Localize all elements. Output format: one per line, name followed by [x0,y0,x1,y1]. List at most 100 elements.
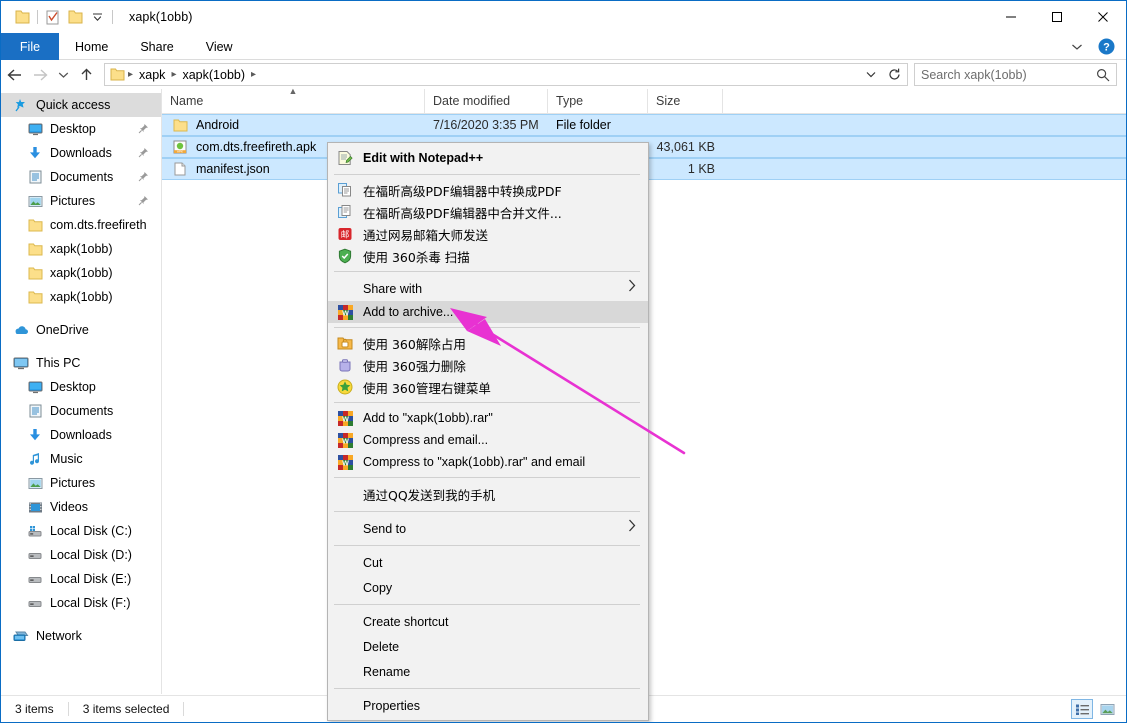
sidebar-item-local-disk-d[interactable]: Local Disk (D:) [1,543,161,567]
expand-ribbon-icon[interactable] [1066,36,1088,58]
breadcrumb-item-xapk[interactable]: xapk [134,68,170,82]
sidebar-item-quick-access[interactable]: Quick access [1,93,161,117]
refresh-icon[interactable] [883,64,905,85]
sidebar-item-com-dts-freefireth[interactable]: com.dts.freefireth [1,213,161,237]
column-header-type[interactable]: Type [548,89,648,114]
folder-icon[interactable] [64,6,86,28]
sidebar-item-pictures[interactable]: Pictures [1,189,161,213]
tab-view[interactable]: View [190,33,249,60]
sidebar-item-pc-documents[interactable]: Documents [1,399,161,423]
menu-separator [334,174,640,175]
menu-item-360-force-delete[interactable]: 使用 360强力删除 [328,354,648,376]
menu-item-label: Copy [360,581,392,595]
sidebar-item-label: com.dts.freefireth [47,218,147,232]
column-header-size[interactable]: Size [648,89,723,114]
sidebar-item-xapk1obb-1[interactable]: xapk(1obb) [1,237,161,261]
recent-locations-button[interactable] [53,62,73,88]
help-icon[interactable]: ? [1096,37,1116,57]
sidebar-item-pc-videos[interactable]: Videos [1,495,161,519]
context-menu[interactable]: Edit with Notepad++ 在福昕高级PDF编辑器中转换成PDF 在… [327,142,649,721]
sidebar-item-this-pc[interactable]: This PC [1,351,161,375]
sidebar-item-pc-music[interactable]: Music [1,447,161,471]
file-size-cell: 43,061 KB [648,137,723,157]
pin-icon[interactable] [138,171,149,185]
menu-item-copy[interactable]: Copy [328,575,648,600]
breadcrumb-item-xapk1obb[interactable]: xapk(1obb) [177,68,250,82]
table-row[interactable]: Android 7/16/2020 3:35 PM File folder [162,114,1126,136]
tab-home[interactable]: Home [59,33,124,60]
menu-item-netease-mail-send[interactable]: 邮 通过网易邮箱大师发送 [328,223,648,245]
tab-file[interactable]: File [1,33,59,60]
menu-item-foxit-convert-pdf[interactable]: 在福昕高级PDF编辑器中转换成PDF [328,179,648,201]
sidebar-item-pc-downloads[interactable]: Downloads [1,423,161,447]
menu-item-cut[interactable]: Cut [328,550,648,575]
menu-item-compress-and-email[interactable]: W Compress and email... [328,429,648,451]
menu-item-label: Properties [360,699,420,713]
column-header-label: Size [656,94,680,108]
menu-item-properties[interactable]: Properties [328,693,648,718]
window-controls [988,1,1126,33]
file-name: manifest.json [190,162,270,176]
chevron-down-icon[interactable] [86,6,108,28]
new-folder-icon[interactable] [42,6,64,28]
svg-text:APK: APK [177,150,183,154]
search-icon[interactable] [1096,68,1110,87]
column-header-date-modified[interactable]: Date modified [425,89,548,114]
menu-item-foxit-combine-files[interactable]: 在福昕高级PDF编辑器中合并文件... [328,201,648,223]
menu-item-label: 通过QQ发送到我的手机 [360,485,495,504]
sidebar-item-onedrive[interactable]: OneDrive [1,318,161,342]
sidebar-item-network[interactable]: Network [1,624,161,648]
menu-item-send-to-phone-via-qq[interactable]: 通过QQ发送到我的手机 [328,482,648,507]
sidebar-item-pc-pictures[interactable]: Pictures [1,471,161,495]
forward-button[interactable] [27,62,53,88]
network-icon [9,629,33,643]
menu-item-360-unlock-file[interactable]: 使用 360解除占用 [328,332,648,354]
folder-icon[interactable] [11,6,33,28]
maximize-button[interactable] [1034,1,1080,33]
menu-item-360-manage-context-menu[interactable]: 使用 360管理右键菜单 [328,376,648,398]
pin-icon[interactable] [138,123,149,137]
sidebar-item-local-disk-f[interactable]: Local Disk (F:) [1,591,161,615]
close-button[interactable] [1080,1,1126,33]
pin-icon[interactable] [138,195,149,209]
menu-item-edit-with-notepadpp[interactable]: Edit with Notepad++ [328,145,648,170]
large-icons-view-button[interactable] [1096,699,1118,719]
menu-item-label: Cut [360,556,382,570]
search-input[interactable]: Search xapk(1obb) [914,63,1117,86]
sidebar-item-desktop[interactable]: Desktop [1,117,161,141]
sidebar-item-local-disk-c[interactable]: Local Disk (C:) [1,519,161,543]
sidebar-item-downloads[interactable]: Downloads [1,141,161,165]
minimize-button[interactable] [988,1,1034,33]
menu-item-360-antivirus-scan[interactable]: 使用 360杀毒 扫描 [328,245,648,267]
pin-icon[interactable] [138,147,149,161]
svg-text:W: W [342,460,349,467]
menu-separator [334,511,640,512]
breadcrumb[interactable]: ▸ xapk ▸ xapk(1obb) ▸ [104,63,908,86]
menu-item-add-to-rar[interactable]: W Add to "xapk(1obb).rar" [328,407,648,429]
menu-item-send-to[interactable]: Send to [328,516,648,541]
pictures-icon [23,195,47,208]
column-header-name[interactable]: Name ▲ [162,89,425,114]
tab-share[interactable]: Share [124,33,189,60]
sidebar-item-xapk1obb-2[interactable]: xapk(1obb) [1,261,161,285]
details-view-button[interactable] [1071,699,1093,719]
sidebar-item-xapk1obb-3[interactable]: xapk(1obb) [1,285,161,309]
menu-item-share-with[interactable]: Share with [328,276,648,301]
menu-item-compress-to-rar-and-email[interactable]: W Compress to "xapk(1obb).rar" and email [328,451,648,473]
file-size-cell: 1 KB [648,159,723,179]
sidebar-item-documents[interactable]: Documents [1,165,161,189]
menu-item-create-shortcut[interactable]: Create shortcut [328,609,648,634]
breadcrumb-separator: ▸ [127,69,134,80]
menu-item-label: Share with [360,282,422,296]
sidebar-item-local-disk-e[interactable]: Local Disk (E:) [1,567,161,591]
sidebar-item-pc-desktop[interactable]: Desktop [1,375,161,399]
up-button[interactable] [73,62,99,88]
sidebar-item-label: This PC [33,356,80,370]
back-button[interactable] [1,62,27,88]
menu-item-rename[interactable]: Rename [328,659,648,684]
menu-item-add-to-archive[interactable]: W Add to archive... [328,301,648,323]
menu-item-delete[interactable]: Delete [328,634,648,659]
drive-icon [23,573,47,586]
chevron-down-icon[interactable] [861,64,881,85]
menu-item-label: Compress and email... [360,433,488,447]
